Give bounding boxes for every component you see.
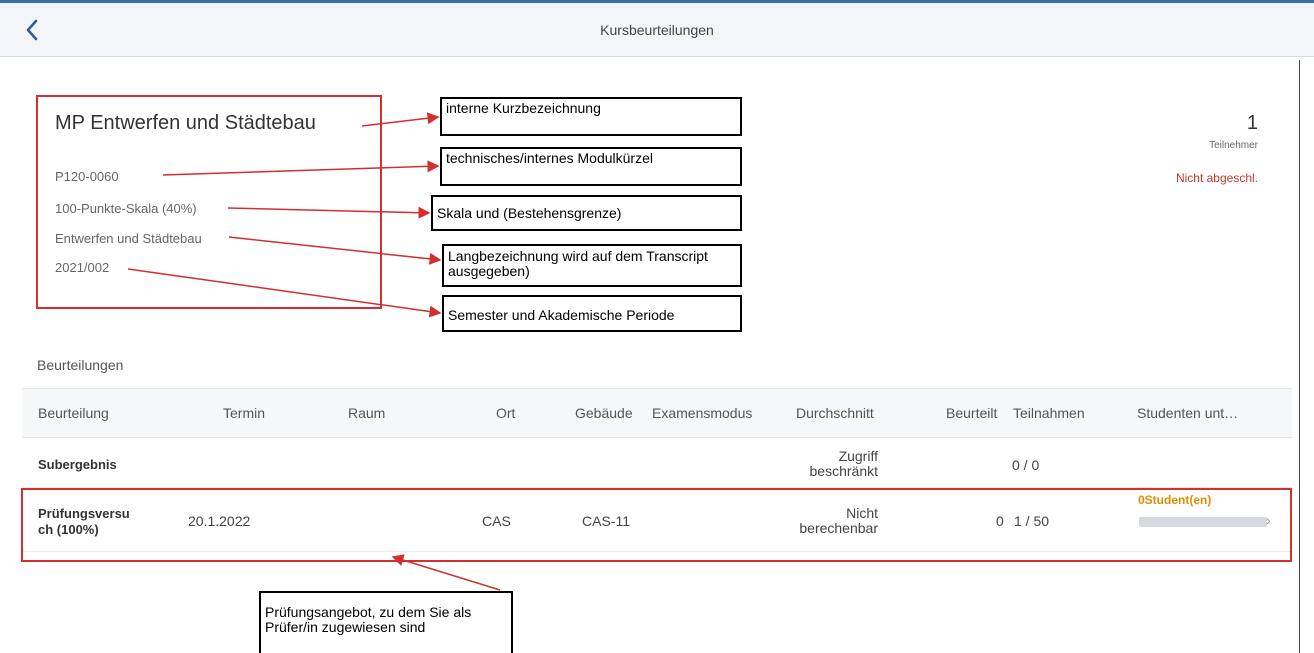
top-bar: Kursbeurteilungen (0, 0, 1314, 57)
col-examensmodus[interactable]: Examensmodus (652, 405, 752, 421)
col-termin[interactable]: Termin (223, 405, 265, 421)
page-title: Kursbeurteilungen (600, 22, 714, 38)
cell-text: beschränkt (809, 463, 878, 479)
table-row[interactable]: Subergebnis Zugriff beschränkt 0 / 0 (22, 438, 1292, 488)
main-content: MP Entwerfen und Städtebau P120-0060 100… (0, 57, 1314, 653)
col-beurteilung[interactable]: Beurteilung (38, 405, 109, 421)
cell-text: Zugriff (838, 448, 878, 464)
cell-beurteilung: Subergebnis (38, 457, 117, 472)
col-gebaeude[interactable]: Gebäude (575, 405, 633, 421)
col-teilnahmen[interactable]: Teilnahmen (1013, 405, 1085, 421)
table-header: Beurteilung Termin Raum Ort Gebäude Exam… (22, 388, 1292, 438)
cell-durchschnitt: Zugriff beschränkt (788, 449, 878, 479)
exam-row-highlight (21, 488, 1292, 562)
col-raum[interactable]: Raum (348, 405, 385, 421)
col-studenten[interactable]: Studenten unt… (1137, 405, 1238, 421)
annotation-box: Prüfungsangebot, zu dem Sie als Prüfer/i… (259, 591, 513, 653)
cell-teilnahmen: 0 / 0 (1012, 457, 1040, 473)
col-durchschnitt[interactable]: Durchschnitt (796, 405, 874, 421)
section-label: Beurteilungen (37, 357, 124, 373)
col-ort[interactable]: Ort (496, 405, 515, 421)
col-beurteilt[interactable]: Beurteilt (946, 405, 997, 421)
annotation-arrows (127, 112, 501, 591)
